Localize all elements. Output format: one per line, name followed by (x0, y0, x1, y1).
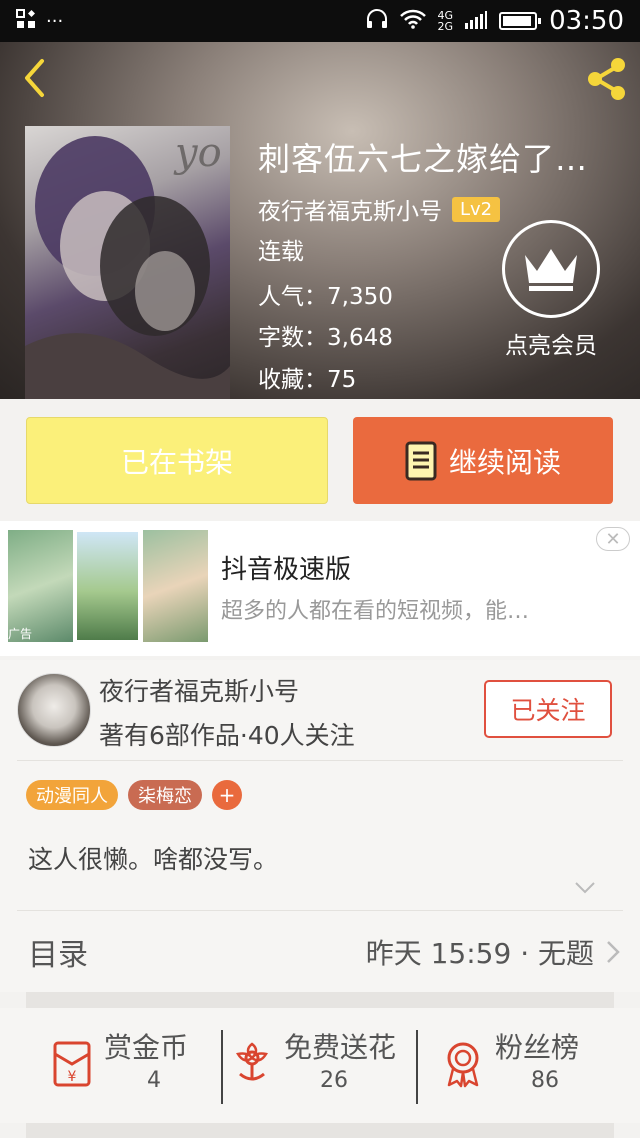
continue-reading-label: 继续阅读 (448, 445, 561, 479)
author-stats: 著有6部作品·40人关注 (99, 721, 355, 750)
cover-illustration: yo (25, 130, 230, 399)
book-cover[interactable]: yo (25, 126, 230, 399)
level-badge: Lv2 (452, 196, 501, 222)
signal-icon (465, 6, 488, 36)
send-flowers-button[interactable]: 免费送花 26 (206, 1026, 406, 1106)
share-button[interactable] (582, 54, 632, 104)
ad-close-button[interactable]: ✕ (596, 527, 630, 551)
popularity-value: 7,350 (327, 284, 393, 310)
close-icon: ✕ (605, 528, 621, 550)
section-spacer (26, 1123, 614, 1138)
in-bookshelf-label: 已在书架 (120, 445, 233, 479)
favorites-label: 收藏： (258, 367, 327, 393)
word-count: 字数：3,648 (258, 318, 393, 352)
crown-icon (502, 220, 600, 318)
chevron-left-icon (25, 59, 44, 97)
ad-thumbnail (75, 530, 140, 642)
serial-status: 连载 (258, 239, 304, 265)
vip-button[interactable]: 点亮会员 (496, 220, 606, 360)
app-grid-icon (16, 8, 36, 34)
ad-tag: 广告 (8, 627, 33, 641)
book-author-row[interactable]: 夜行者福克斯小号 Lv2 (258, 192, 501, 226)
latest-chapter: 昨天 15:59 · 无题 (365, 937, 594, 970)
add-tag-button[interactable]: + (212, 780, 242, 810)
svg-text:¥: ¥ (68, 1069, 77, 1085)
status-bar: ··· 4G 2G 03:50 (0, 0, 640, 42)
favorites-value: 75 (327, 367, 357, 393)
book-icon (405, 441, 437, 480)
divider (17, 910, 623, 911)
favorites: 收藏：75 (258, 360, 356, 394)
send-flowers-value: 26 (320, 1068, 348, 1093)
fan-ranking-label: 粉丝榜 (495, 1031, 580, 1064)
avatar[interactable] (17, 673, 91, 747)
divider (17, 760, 623, 761)
wifi-icon (399, 6, 426, 36)
chevron-down-icon (575, 882, 595, 894)
tag-chip[interactable]: 柒梅恋 (128, 780, 202, 810)
battery-icon (499, 12, 542, 30)
tag-chip[interactable]: 动漫同人 (26, 780, 118, 810)
author-bio: 这人很懒。啥都没写。 (28, 845, 279, 874)
more-notifications-icon: ··· (46, 10, 64, 32)
stats-bar: ¥ 赏金币 4 免费送花 26 粉丝榜 86 (0, 1008, 640, 1123)
medal-icon (443, 1040, 483, 1092)
catalog-label: 目录 (28, 938, 88, 973)
ad-banner[interactable]: 广告 抖音极速版 超多的人都在看的短视频，能… ✕ (0, 521, 640, 656)
reward-coins-label: 赏金币 (104, 1031, 189, 1064)
tag-list: 动漫同人 柒梅恋 + (26, 780, 242, 810)
svg-text:yo: yo (173, 130, 222, 176)
action-bar: 已在书架 继续阅读 (0, 399, 640, 521)
send-flowers-label: 免费送花 (284, 1031, 397, 1064)
follow-label: 已关注 (510, 696, 586, 725)
clock: 03:50 (549, 6, 624, 36)
book-title: 刺客伍六七之嫁给了… (258, 140, 589, 178)
word-count-label: 字数： (258, 325, 327, 351)
catalog-row[interactable]: 目录 昨天 15:59 · 无题 (0, 910, 640, 992)
chevron-right-icon (606, 940, 620, 968)
network-indicator: 4G 2G (437, 9, 454, 33)
popularity: 人气：7,350 (258, 277, 393, 311)
follow-button[interactable]: 已关注 (484, 680, 612, 738)
fan-ranking-value: 86 (531, 1068, 559, 1093)
expand-button[interactable] (574, 880, 596, 899)
share-icon (588, 58, 625, 100)
headphones-icon (366, 6, 388, 36)
red-envelope-icon: ¥ (52, 1040, 92, 1092)
flower-icon (232, 1040, 272, 1092)
continue-reading-button[interactable]: 继续阅读 (353, 417, 613, 504)
ad-thumbnail (143, 530, 208, 642)
author-card: 夜行者福克斯小号 著有6部作品·40人关注 已关注 动漫同人 柒梅恋 + 这人很… (0, 660, 640, 910)
back-button[interactable] (14, 54, 54, 102)
book-header: yo 刺客伍六七之嫁给了… 夜行者福克斯小号 Lv2 连载 人气：7,350 字… (0, 42, 640, 399)
author-name[interactable]: 夜行者福克斯小号 (99, 672, 299, 708)
section-spacer (26, 992, 614, 1008)
ad-title: 抖音极速版 (221, 555, 352, 585)
fan-ranking-button[interactable]: 粉丝榜 86 (417, 1026, 617, 1106)
in-bookshelf-button[interactable]: 已在书架 (26, 417, 328, 504)
book-author[interactable]: 夜行者福克斯小号 (258, 192, 442, 226)
word-count-value: 3,648 (327, 325, 393, 351)
reward-coins-button[interactable]: ¥ 赏金币 4 (26, 1026, 226, 1106)
reward-coins-value: 4 (147, 1068, 161, 1093)
ad-description: 超多的人都在看的短视频，能… (221, 599, 530, 624)
vip-label: 点亮会员 (505, 333, 597, 359)
popularity-label: 人气： (258, 284, 327, 310)
